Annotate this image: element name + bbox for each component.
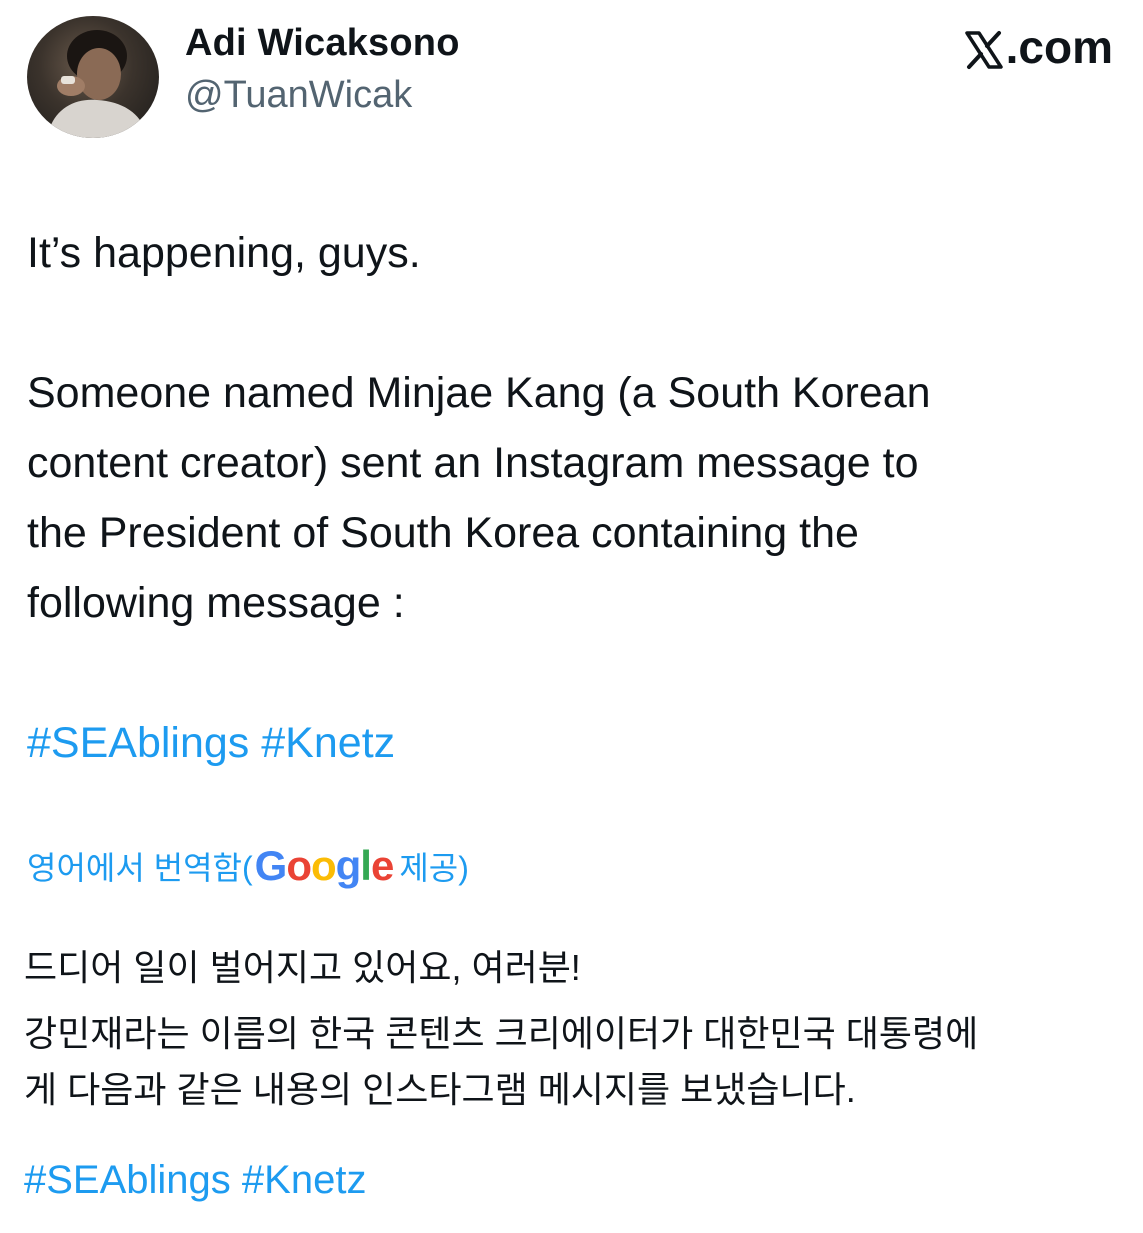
author-handle[interactable]: @TuanWicak: [185, 74, 412, 117]
user-photo-icon: [47, 30, 149, 138]
translated-hashtags: #SEAblings #Knetz: [24, 1158, 366, 1203]
translated-line: 게 다음과 같은 내용의 인스타그램 메시지를 보냈습니다.: [24, 1069, 856, 1110]
author-display-name[interactable]: Adi Wicaksono: [185, 22, 460, 65]
hashtag-link[interactable]: #SEAblings: [27, 719, 249, 767]
translated-line: 강민재라는 이름의 한국 콘텐츠 크리에이터가 대한민국 대통령에: [24, 1013, 979, 1054]
author-avatar[interactable]: [27, 16, 159, 138]
translated-text: 드디어 일이 벌어지고 있어요, 여러분! 강민재라는 이름의 한국 콘텐츠 크…: [24, 940, 1134, 1118]
tweet-body: It’s happening, guys. Someone named Minj…: [27, 218, 1127, 778]
hashtag-link[interactable]: #Knetz: [261, 719, 395, 767]
hashtag-link[interactable]: #SEAblings: [24, 1158, 231, 1202]
tweet-line: following message :: [27, 579, 405, 627]
translated-line: 드디어 일이 벌어지고 있어요, 여러분!: [24, 947, 581, 988]
tweet-line: the President of South Korea containing …: [27, 509, 859, 557]
tweet-line: content creator) sent an Instagram messa…: [27, 439, 919, 487]
translation-suffix: 제공): [399, 850, 469, 886]
brand-domain-label: .com: [1005, 21, 1113, 73]
google-logo-icon: Google: [254, 842, 395, 889]
tweet-line: It’s happening, guys.: [27, 229, 421, 277]
translation-attribution[interactable]: 영어에서 번역함( Google 제공): [27, 842, 469, 890]
tweet-hashtags: #SEAblings #Knetz: [27, 708, 1127, 778]
hashtag-link[interactable]: #Knetz: [242, 1158, 367, 1202]
tweet-line: Someone named Minjae Kang (a South Korea…: [27, 369, 931, 417]
translation-prefix: 영어에서 번역함(: [27, 850, 253, 886]
x-com-brand: .com: [964, 20, 1113, 74]
x-logo-icon: [964, 27, 1004, 69]
